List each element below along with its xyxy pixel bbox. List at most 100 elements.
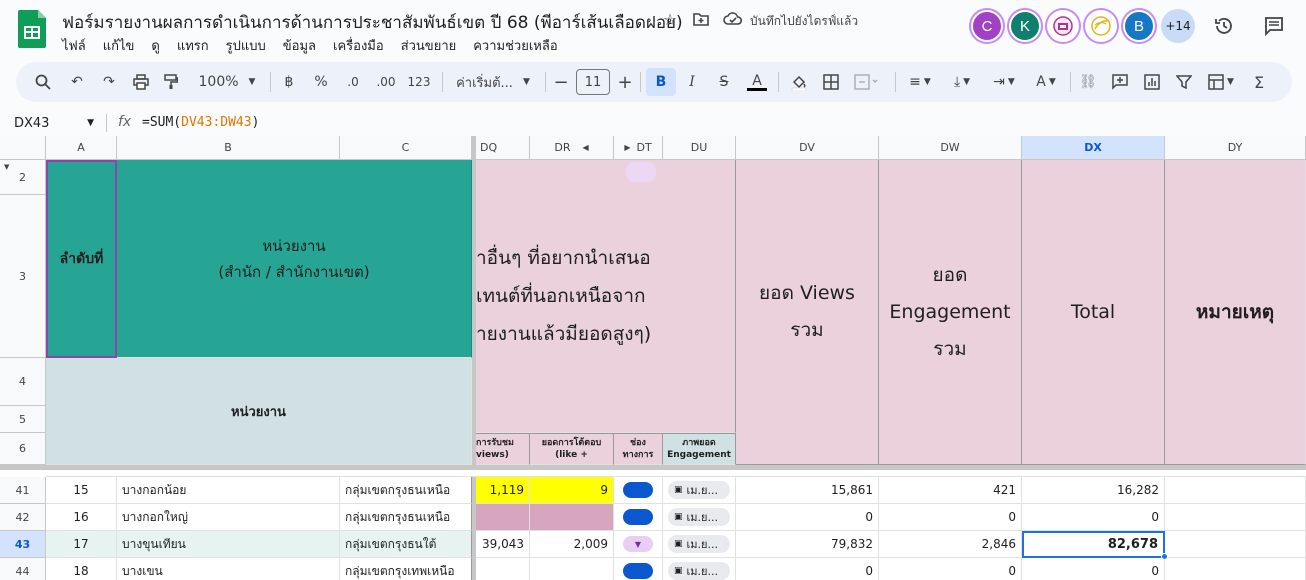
cell-views[interactable]: 39,043 — [476, 531, 530, 558]
row-header-5[interactable]: 5 — [0, 406, 46, 433]
cell-total-views[interactable]: 15,861 — [736, 477, 879, 504]
row-header-2[interactable]: ▼ 2 — [0, 160, 46, 195]
menu-data[interactable]: ข้อมูล — [283, 35, 316, 56]
cell-total[interactable]: 0 — [1022, 504, 1165, 531]
cell-engagement[interactable]: 9 — [530, 477, 614, 504]
vertical-align-icon[interactable]: ⤓ ▼ — [944, 68, 980, 96]
cell-channel[interactable]: ▼ — [614, 531, 663, 558]
row-header-44[interactable]: 44 — [0, 558, 46, 580]
column-header-a[interactable]: A — [46, 136, 117, 160]
column-header-dv[interactable]: DV — [736, 136, 879, 160]
font-size-input[interactable]: 11 — [576, 69, 610, 95]
cell-engagement[interactable] — [530, 558, 614, 580]
cell-group[interactable]: กลุ่มเขตกรุงธนใต้ — [340, 531, 472, 558]
cell-total-engagement[interactable]: 0 — [879, 504, 1022, 531]
avatar[interactable]: B — [1123, 10, 1155, 42]
horizontal-align-icon[interactable]: ≡ ▼ — [902, 68, 938, 96]
cell-seq[interactable]: 15 — [46, 477, 117, 504]
move-to-folder-icon[interactable] — [690, 8, 712, 30]
insert-comment-icon[interactable] — [1108, 68, 1132, 96]
cell-image[interactable]: ▣ เม.ย... — [663, 558, 736, 580]
row-header-42[interactable]: 42 — [0, 504, 46, 531]
column-header-dq[interactable]: DQ — [476, 136, 530, 160]
caret-left-icon[interactable]: ◀ — [582, 143, 588, 152]
menu-insert[interactable]: แทรก — [177, 35, 209, 56]
menu-extensions[interactable]: ส่วนขยาย — [401, 35, 457, 56]
fill-color-icon[interactable] — [786, 68, 812, 96]
header-dt-channel[interactable]: ช่อง ทางการ — [614, 433, 663, 465]
zoom-select[interactable]: 100% ▼ — [194, 68, 260, 96]
filter-icon[interactable] — [1172, 68, 1196, 96]
cell-engagement[interactable] — [530, 504, 614, 531]
column-header-du[interactable]: DU — [663, 136, 736, 160]
file-chip[interactable]: ▣ เม.ย... — [668, 508, 730, 526]
column-header-dr[interactable]: DR ◀ — [530, 136, 614, 160]
column-header-dx[interactable]: DX — [1022, 136, 1165, 160]
header-total-engagement[interactable]: ยอด Engagement รวม — [879, 160, 1022, 465]
select-all-corner[interactable] — [0, 136, 46, 160]
italic-button[interactable]: I — [680, 68, 704, 96]
borders-icon[interactable] — [818, 68, 844, 96]
dropdown-chip[interactable] — [623, 509, 653, 525]
name-box[interactable]: DX43 ▼ — [8, 112, 100, 134]
menu-view[interactable]: ดู — [151, 35, 159, 56]
avatar[interactable]: C — [971, 10, 1003, 42]
cell-channel[interactable] — [614, 504, 663, 531]
header-other-content[interactable]: าอื่นๆ ที่อยากนำเสนอ เทนต์ที่นอกเหนือจาก… — [476, 160, 736, 433]
cell-views[interactable]: 1,119 — [476, 477, 530, 504]
header-seq[interactable]: ลำดับที่ — [46, 160, 117, 358]
cell-total-engagement[interactable]: 0 — [879, 558, 1022, 580]
row-header-3[interactable]: 3 — [0, 195, 46, 358]
dropdown-chip[interactable] — [623, 482, 653, 498]
file-chip[interactable]: ▣ เม.ย... — [668, 562, 730, 580]
header-total-views[interactable]: ยอด Views รวม — [736, 160, 879, 465]
bold-button[interactable]: B — [646, 68, 676, 96]
cell-unit[interactable]: บางกอกน้อย — [117, 477, 340, 504]
cell-channel[interactable] — [614, 477, 663, 504]
increase-decimal-button[interactable]: .00 — [372, 68, 400, 96]
font-family-select[interactable]: ค่าเริ่มต้... ▼ — [452, 68, 534, 96]
header-total[interactable]: Total — [1022, 160, 1165, 465]
row-header-4[interactable]: 4 — [0, 358, 46, 406]
currency-format-button[interactable]: ฿ — [278, 68, 300, 96]
font-size-increase-button[interactable]: + — [614, 68, 636, 96]
chevron-down-icon[interactable]: ▼ — [4, 163, 9, 171]
font-size-decrease-button[interactable]: − — [550, 68, 572, 96]
more-collaborators-badge[interactable]: +14 — [1161, 9, 1195, 43]
cell-total-engagement[interactable]: 421 — [879, 477, 1022, 504]
filter-views-icon[interactable]: ▼ — [1202, 68, 1240, 96]
caret-right-icon[interactable]: ▶ — [624, 143, 630, 152]
cell-seq[interactable]: 16 — [46, 504, 117, 531]
cell-remark[interactable] — [1165, 504, 1306, 531]
avatar[interactable] — [1047, 10, 1079, 42]
header-unit[interactable]: หน่วยงาน (สำนัก / สำนักงานเขต) — [117, 160, 472, 358]
strikethrough-button[interactable]: S — [712, 68, 736, 96]
cell-image[interactable]: ▣ เม.ย... — [663, 504, 736, 531]
cell-engagement[interactable]: 2,009 — [530, 531, 614, 558]
merge-cells-icon[interactable] — [850, 68, 884, 96]
menu-format[interactable]: รูปแบบ — [226, 35, 266, 56]
document-title[interactable]: ฟอร์มรายงานผลการดำเนินการด้านการประชาสัม… — [62, 9, 683, 36]
paint-format-icon[interactable] — [158, 68, 184, 96]
cell-total[interactable]: 0 — [1022, 558, 1165, 580]
cloud-saved-icon[interactable] — [722, 8, 744, 30]
star-icon[interactable]: ☆ — [659, 8, 681, 30]
cell-group[interactable]: กลุ่มเขตกรุงเทพเหนือ — [340, 558, 472, 580]
functions-icon[interactable]: Σ — [1248, 68, 1270, 96]
column-header-dy[interactable]: DY — [1165, 136, 1306, 160]
text-wrapping-icon[interactable]: ⇥ ▼ — [986, 68, 1022, 96]
header-dq-views[interactable]: การรับชม views) — [476, 433, 530, 465]
cell-total-engagement[interactable]: 2,846 — [879, 531, 1022, 558]
insert-chart-icon[interactable] — [1140, 68, 1164, 96]
cell-unit[interactable]: บางกอกใหญ่ — [117, 504, 340, 531]
cell-views[interactable] — [476, 504, 530, 531]
search-menus-icon[interactable] — [30, 68, 56, 96]
cell-views[interactable] — [476, 558, 530, 580]
more-formats-button[interactable]: 123 — [404, 68, 434, 96]
menu-edit[interactable]: แก้ไข — [103, 35, 135, 56]
column-header-dw[interactable]: DW — [879, 136, 1022, 160]
menu-help[interactable]: ความช่วยเหลือ — [473, 35, 557, 56]
text-color-button[interactable]: A — [744, 68, 770, 96]
file-chip[interactable]: ▣ เม.ย... — [668, 535, 730, 553]
cell-group[interactable]: กลุ่มเขตกรุงธนเหนือ — [340, 477, 472, 504]
